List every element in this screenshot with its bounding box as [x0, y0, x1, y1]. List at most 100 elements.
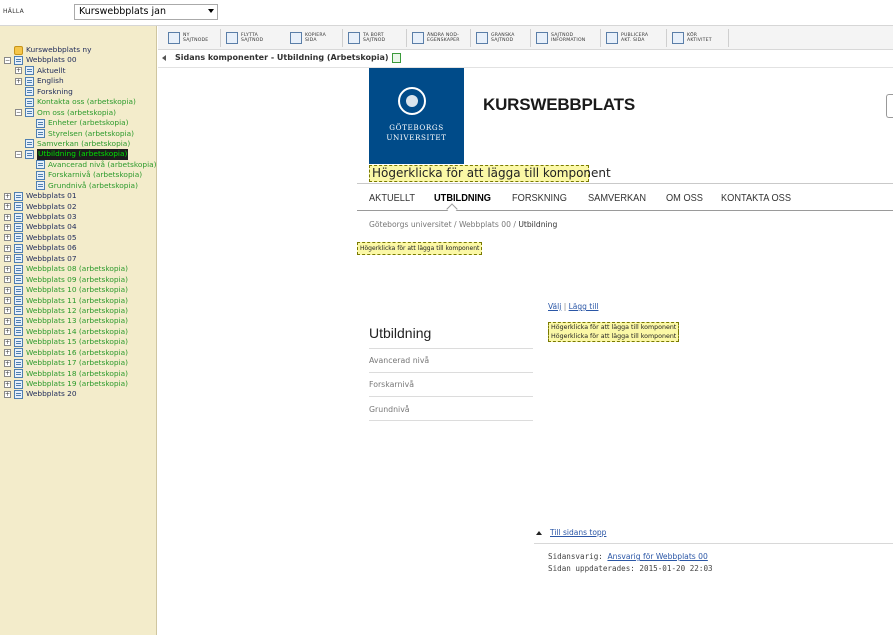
tree-item[interactable]: + Webbplats 14 (arbetskopia): [0, 327, 156, 337]
tree-item[interactable]: − Utbildning (arbetskopia): [0, 149, 156, 160]
add-component-hint[interactable]: Högerklicka för att lägga till komponent: [548, 322, 680, 332]
expand-icon[interactable]: +: [4, 307, 11, 315]
breadcrumb-item[interactable]: Göteborgs universitet: [369, 220, 452, 229]
tree-item[interactable]: Avancerad nivå (arbetskopia): [0, 160, 156, 170]
tree-item[interactable]: Kurswebbplats ny: [0, 45, 156, 55]
expand-icon[interactable]: +: [4, 223, 11, 231]
toolbar-button[interactable]: TA BORT SAJTNOD: [348, 30, 385, 46]
tree-item[interactable]: + Webbplats 19 (arbetskopia): [0, 379, 156, 389]
expand-icon[interactable]: +: [4, 349, 11, 357]
tree-item[interactable]: + Webbplats 04: [0, 222, 156, 232]
toolbar-button[interactable]: FLYTTA SAJTNOD: [226, 30, 263, 46]
tree-item[interactable]: Forskarnivå (arbetskopia): [0, 170, 156, 180]
add-link[interactable]: Lägg till: [569, 302, 599, 311]
expand-icon[interactable]: +: [4, 203, 11, 211]
nav-item[interactable]: OM OSS: [666, 192, 703, 208]
tree-item[interactable]: + Webbplats 08 (arbetskopia): [0, 264, 156, 274]
nav-item[interactable]: SAMVERKAN: [588, 192, 646, 208]
dropdown-arrow-icon[interactable]: [208, 9, 214, 13]
add-component-hint[interactable]: Högerklicka för att lägga till komponent: [548, 332, 680, 342]
tree-item[interactable]: Kontakta oss (arbetskopia): [0, 97, 156, 107]
tree-item[interactable]: + Webbplats 12 (arbetskopia): [0, 306, 156, 316]
collapse-icon[interactable]: −: [15, 150, 22, 158]
expand-icon[interactable]: +: [4, 192, 11, 200]
tree-item[interactable]: + Webbplats 07: [0, 254, 156, 264]
toolbar-button[interactable]: NY SAJTNODE: [168, 30, 208, 46]
select-link[interactable]: Välj: [548, 302, 561, 311]
collapse-icon[interactable]: −: [15, 109, 22, 117]
tree-item[interactable]: − Om oss (arbetskopia): [0, 108, 156, 118]
toolbar-button[interactable]: ÄNDRA NOD- EGENSKAPER: [412, 30, 460, 46]
tree-item[interactable]: Enheter (arbetskopia): [0, 118, 156, 128]
expand-icon[interactable]: +: [4, 380, 11, 388]
site-name[interactable]: KURSWEBBPLATS: [483, 95, 635, 115]
nav-item[interactable]: KONTAKTA OSS: [721, 192, 791, 208]
expand-icon[interactable]: +: [4, 255, 11, 263]
page-icon: [14, 222, 23, 232]
subnav-item[interactable]: Avancerad nivå: [369, 356, 429, 365]
tree-item[interactable]: + Webbplats 16 (arbetskopia): [0, 348, 156, 358]
add-component-hint[interactable]: Högerklicka för att lägga till komponent: [357, 242, 483, 255]
logo-line-2: UNIVERSITET: [386, 133, 447, 142]
tree-item[interactable]: + Webbplats 06: [0, 243, 156, 253]
tree-item[interactable]: + English: [0, 76, 156, 86]
nav-item[interactable]: FORSKNING: [512, 192, 567, 208]
expand-icon[interactable]: +: [4, 234, 11, 242]
page-icon: [14, 254, 23, 264]
expand-icon[interactable]: +: [4, 328, 11, 336]
tree-item[interactable]: Grundnivå (arbetskopia): [0, 181, 156, 191]
tree-item[interactable]: + Webbplats 02: [0, 202, 156, 212]
tree-item[interactable]: − Webbplats 00: [0, 55, 156, 65]
expand-icon[interactable]: +: [4, 338, 11, 346]
toolbar-button[interactable]: PUBLICERA AKT. SIDA: [606, 30, 648, 46]
expand-icon[interactable]: +: [4, 276, 11, 284]
nav-item[interactable]: UTBILDNING: [434, 192, 491, 208]
tree-item[interactable]: + Webbplats 15 (arbetskopia): [0, 337, 156, 347]
expand-icon[interactable]: +: [15, 77, 22, 85]
edit-icon[interactable]: [392, 53, 401, 63]
search-box-edge[interactable]: [886, 94, 893, 118]
collapse-icon[interactable]: −: [4, 56, 11, 64]
back-to-top-link[interactable]: Till sidans topp: [550, 528, 606, 537]
toolbar-button[interactable]: GRANSKA SAJTNOD: [476, 30, 515, 46]
breadcrumb-item[interactable]: Webbplats 00: [459, 220, 511, 229]
page-icon: [36, 118, 45, 128]
tree-item[interactable]: + Webbplats 10 (arbetskopia): [0, 285, 156, 295]
tree-item[interactable]: + Aktuellt: [0, 66, 156, 76]
expand-icon[interactable]: +: [4, 297, 11, 304]
expand-icon[interactable]: +: [4, 286, 11, 294]
expand-icon[interactable]: +: [4, 317, 11, 325]
expand-icon[interactable]: +: [4, 244, 11, 252]
subnav-item[interactable]: Grundnivå: [369, 405, 410, 414]
expand-icon[interactable]: +: [4, 213, 11, 221]
tree-item[interactable]: + Webbplats 03: [0, 212, 156, 222]
tree-item[interactable]: + Webbplats 18 (arbetskopia): [0, 369, 156, 379]
tree-item[interactable]: + Webbplats 13 (arbetskopia): [0, 316, 156, 326]
collapse-arrow-icon[interactable]: [162, 55, 166, 61]
responsible-link[interactable]: Ansvarig för Webbplats 00: [607, 552, 707, 561]
tree-item[interactable]: + Webbplats 05: [0, 233, 156, 243]
subnav-title[interactable]: Utbildning: [369, 325, 431, 341]
tree-item[interactable]: + Webbplats 11 (arbetskopia): [0, 296, 156, 306]
university-logo[interactable]: GÖTEBORGS UNIVERSITET: [369, 68, 464, 164]
nav-item[interactable]: AKTUELLT: [369, 192, 415, 208]
tree-item[interactable]: + Webbplats 01: [0, 191, 156, 201]
tree-item[interactable]: + Webbplats 17 (arbetskopia): [0, 358, 156, 368]
tree-item[interactable]: Forskning: [0, 87, 156, 97]
toolbar-button[interactable]: KÖR AKTIVITET: [672, 30, 712, 46]
expand-icon[interactable]: +: [4, 359, 11, 367]
expand-icon[interactable]: +: [4, 370, 11, 378]
tree-item[interactable]: + Webbplats 20: [0, 389, 156, 399]
tree-item[interactable]: + Webbplats 09 (arbetskopia): [0, 275, 156, 285]
site-select[interactable]: Kurswebbplats jan: [74, 4, 218, 20]
tree-item[interactable]: Styrelsen (arbetskopia): [0, 129, 156, 139]
add-component-hint[interactable]: Högerklicka för att lägga till komponent: [369, 165, 611, 182]
toolbar-button[interactable]: KOPIERA SIDA: [290, 30, 326, 46]
expand-icon[interactable]: +: [4, 390, 11, 398]
toolbar-button-label: KOPIERA SIDA: [305, 33, 326, 43]
expand-icon[interactable]: +: [15, 67, 22, 75]
toolbar-button[interactable]: SAJTNOD INFORMATION: [536, 30, 585, 46]
expand-icon[interactable]: +: [4, 265, 11, 273]
subnav-item[interactable]: Forskarnivå: [369, 380, 414, 389]
tree-item[interactable]: Samverkan (arbetskopia): [0, 139, 156, 149]
